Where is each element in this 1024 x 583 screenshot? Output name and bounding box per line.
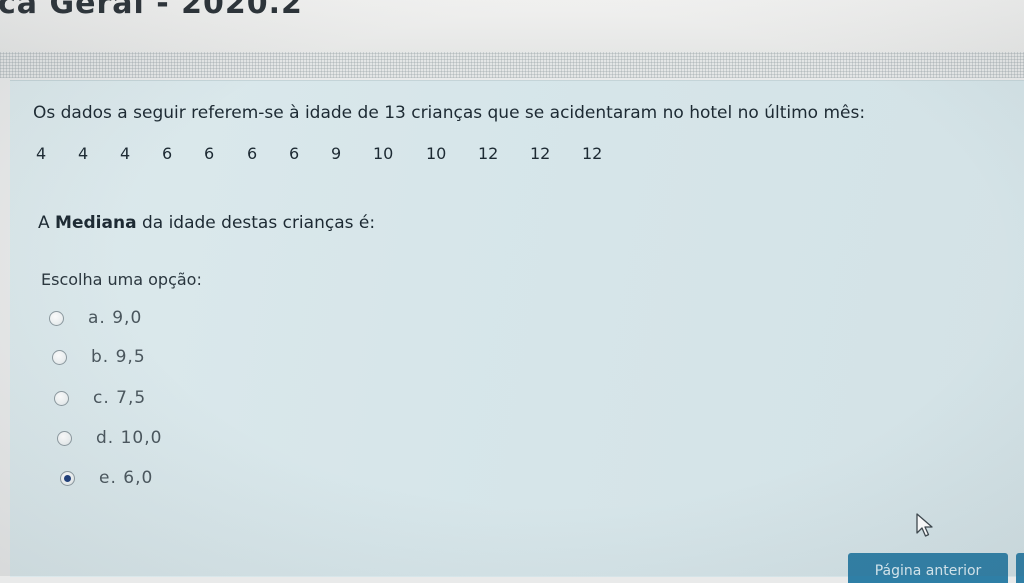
age-value: 10 — [426, 144, 447, 163]
radio-button-icon[interactable] — [54, 390, 69, 406]
age-value: 6 — [162, 144, 173, 163]
question-panel: Os dados a seguir referem-se à idade de … — [10, 80, 1024, 583]
option-label: d. 10,0 — [96, 428, 163, 448]
ages-list: 4 4 4 6 6 6 6 9 10 10 12 12 12 — [36, 144, 636, 168]
option-label: e. 6,0 — [99, 468, 154, 488]
option-b[interactable]: b. 9,5 — [52, 345, 146, 369]
choose-option-label: Escolha uma opção: — [41, 270, 202, 289]
age-value: 6 — [289, 144, 300, 163]
option-label: a. 9,0 — [88, 308, 143, 328]
age-value: 4 — [78, 144, 89, 163]
age-value: 6 — [204, 144, 215, 163]
age-value: 4 — [36, 144, 47, 163]
mouse-pointer-icon — [916, 513, 933, 537]
option-c[interactable]: c. 7,5 — [54, 386, 146, 410]
radio-button-icon[interactable] — [57, 430, 72, 446]
age-value: 4 — [120, 144, 131, 163]
radio-button-icon[interactable] — [49, 310, 64, 326]
option-label: c. 7,5 — [93, 388, 147, 408]
previous-page-button[interactable]: Página anterior — [848, 553, 1008, 583]
next-page-button[interactable] — [1016, 553, 1024, 583]
option-e[interactable]: e. 6,0 — [60, 466, 153, 490]
age-value: 10 — [373, 144, 394, 163]
median-prefix: A — [38, 213, 56, 233]
age-value: 12 — [530, 144, 551, 163]
age-value: 9 — [331, 144, 342, 163]
age-value: 6 — [247, 144, 258, 163]
median-keyword: Mediana — [55, 213, 137, 233]
header-divider — [0, 52, 1024, 78]
median-suffix: da idade destas crianças é: — [136, 213, 376, 233]
radio-button-icon[interactable] — [60, 470, 75, 486]
option-d[interactable]: d. 10,0 — [57, 426, 162, 450]
median-question: A Mediana da idade destas crianças é: — [38, 213, 375, 233]
page-header: ca Geral - 2020.2 — [0, 0, 1024, 52]
page-title: ca Geral - 2020.2 — [0, 0, 303, 21]
age-value: 12 — [478, 144, 499, 163]
option-a[interactable]: a. 9,0 — [49, 306, 142, 330]
age-value: 12 — [582, 144, 603, 163]
question-text: Os dados a seguir referem-se à idade de … — [33, 103, 866, 123]
radio-button-icon[interactable] — [52, 349, 67, 365]
option-label: b. 9,5 — [91, 347, 146, 367]
